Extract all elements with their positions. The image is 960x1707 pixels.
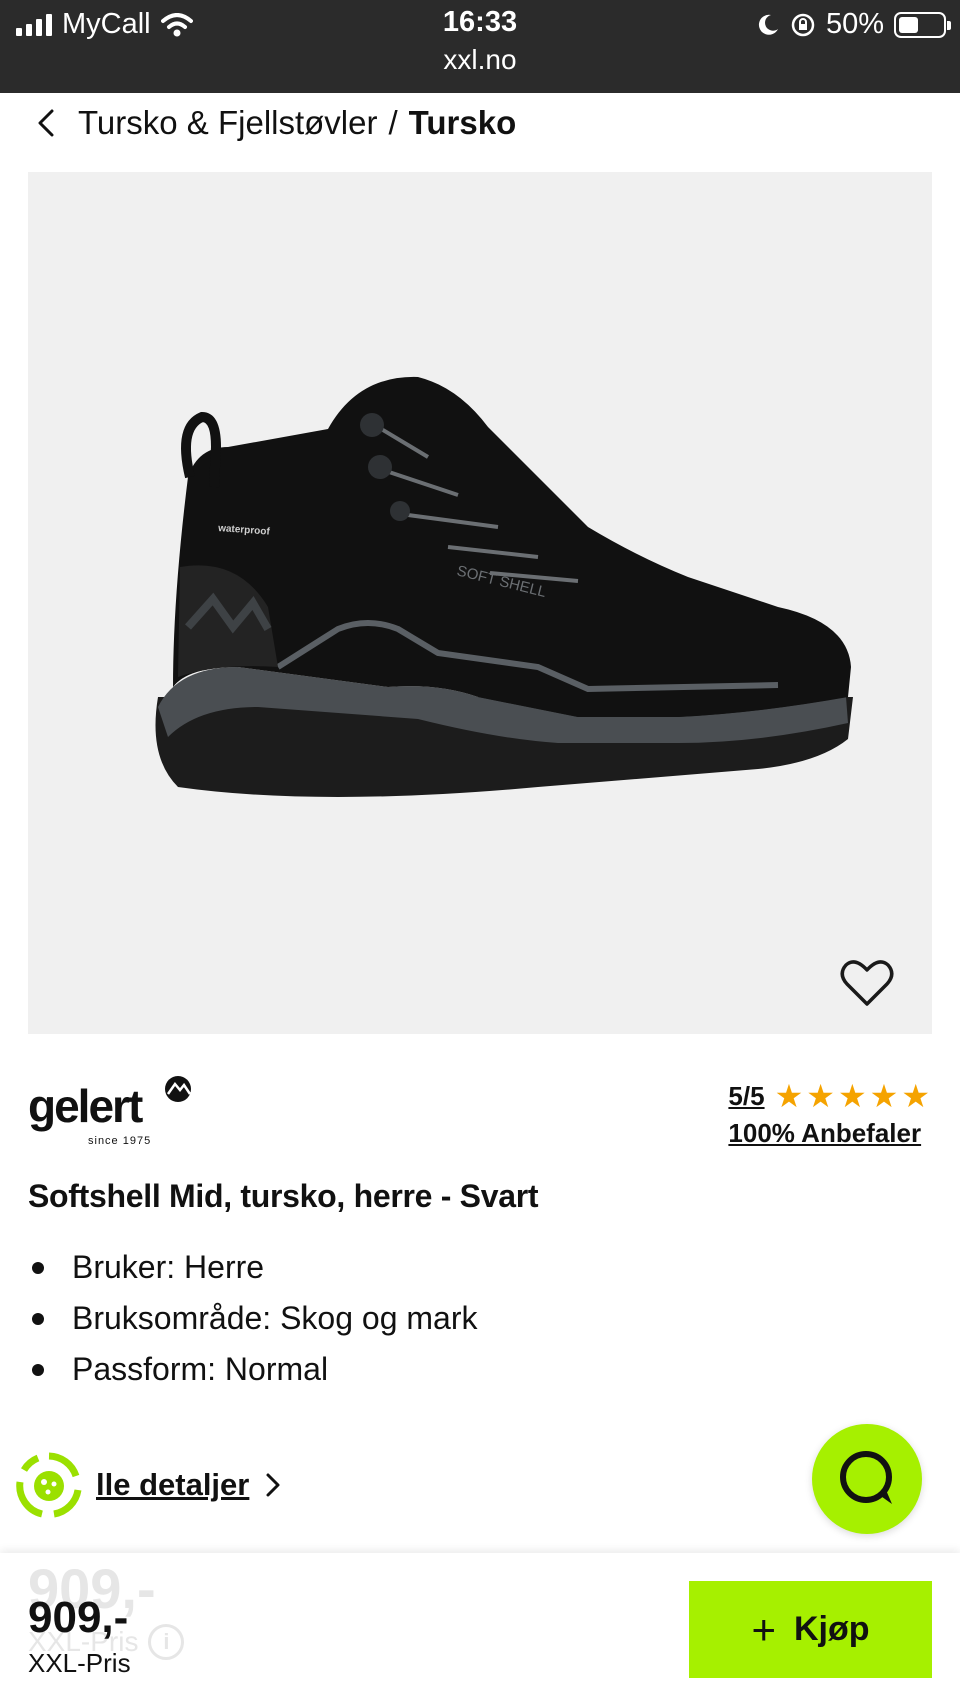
rating-score[interactable]: 5/5 — [728, 1081, 764, 1112]
feature-item: Passform: Normal — [28, 1344, 478, 1395]
buy-button[interactable]: + Kjøp — [689, 1581, 932, 1678]
feature-item: Bruksområde: Skog og mark — [28, 1293, 478, 1344]
url-label[interactable]: xxl.no — [0, 44, 960, 76]
buy-button-label: Kjøp — [793, 1610, 870, 1648]
star-icon: ★ — [806, 1078, 835, 1114]
breadcrumb-separator: / — [388, 104, 398, 141]
brand-logo-text: gelert — [28, 1080, 143, 1132]
back-chevron-icon[interactable] — [36, 108, 66, 138]
details-link-text[interactable]: lle detaljer — [96, 1467, 249, 1503]
chevron-right-icon — [266, 1473, 280, 1497]
feature-item: Bruker: Herre — [28, 1242, 478, 1293]
feature-text: Bruksområde: Skog og mark — [72, 1300, 478, 1336]
feature-text: Passform: Normal — [72, 1351, 329, 1387]
plus-icon: + — [751, 1605, 776, 1653]
breadcrumb-current[interactable]: Tursko — [409, 104, 517, 142]
breadcrumb: Tursko & Fjellstøvler / Tursko — [36, 104, 516, 142]
heart-icon[interactable] — [840, 958, 894, 1008]
battery-label: 50% — [825, 8, 884, 40]
product-image-gallery[interactable]: waterproof SOFT SHELL — [28, 172, 932, 1034]
rating-block[interactable]: 5/5 ★ ★ ★ ★ ★ 100% Anbefaler — [728, 1080, 930, 1149]
brand-logo-gelert[interactable]: gelert since 1975 — [28, 1074, 198, 1148]
chat-bubble-icon — [840, 1451, 892, 1504]
feature-text: Bruker: Herre — [72, 1249, 265, 1285]
price-label: XXL-Pris — [28, 1648, 131, 1678]
rotation-lock-icon — [791, 13, 815, 36]
recommend-link[interactable]: 100% Anbefaler — [728, 1118, 930, 1149]
chat-button[interactable] — [812, 1424, 922, 1534]
star-icon: ★ — [869, 1078, 899, 1114]
details-link[interactable]: lle detaljer — [16, 1452, 283, 1518]
breadcrumb-parent-link[interactable]: Tursko & Fjellstøvler — [78, 104, 377, 142]
price: 909,- — [28, 1593, 129, 1642]
product-title: Softshell Mid, tursko, herre - Svart — [28, 1178, 539, 1214]
star-icon: ★ — [901, 1078, 930, 1114]
sustainability-icon — [16, 1452, 82, 1518]
brand-logo-tagline: since 1975 — [88, 1135, 151, 1147]
status-right: 50% — [756, 8, 951, 41]
battery-icon — [894, 11, 951, 38]
star-icon: ★ — [837, 1078, 867, 1114]
status-bar: MyCall 16:33 xxl.no 50% — [0, 0, 960, 93]
info-icon: i — [148, 1624, 185, 1660]
moon-icon — [758, 14, 778, 35]
rating-stars: ★ ★ ★ ★ ★ — [775, 1080, 930, 1112]
star-icon: ★ — [774, 1078, 804, 1114]
product-image-boot: waterproof SOFT SHELL — [155, 376, 853, 797]
feature-list: Bruker: Herre Bruksområde: Skog og mark … — [28, 1242, 478, 1395]
